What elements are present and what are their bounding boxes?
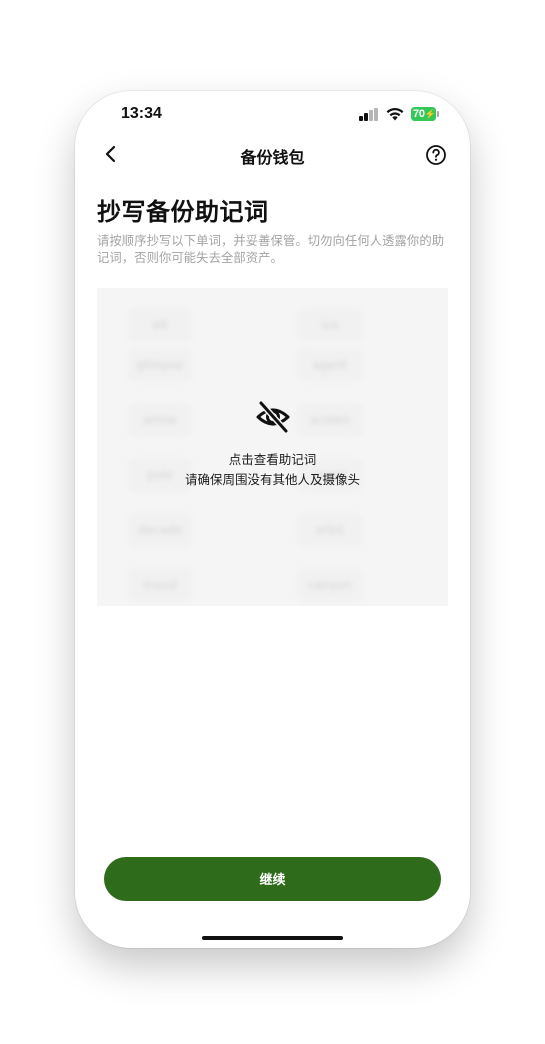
mnemonic-word: arrow [127, 403, 193, 437]
mnemonic-word: alt [127, 308, 193, 342]
cellular-signal-icon [359, 108, 381, 121]
phone-screen: 13:34 70⚡ 备份钱包 抄写备份助记词 请按顺序抄写以下单词，并妥善保管。… [75, 91, 470, 948]
battery-icon: 70⚡ [411, 107, 439, 122]
battery-level: 70⚡ [411, 107, 436, 121]
wifi-icon [386, 107, 404, 121]
mnemonic-word: ice [297, 308, 363, 342]
home-indicator[interactable] [202, 936, 343, 940]
mnemonic-word: mood [127, 568, 193, 602]
blurred-word-grid: alt ice glimpse agent arrow screen pole … [97, 288, 448, 606]
mnemonic-word: screen [297, 403, 363, 437]
question-circle-icon[interactable] [425, 144, 447, 166]
mnemonic-reveal-panel[interactable]: alt ice glimpse agent arrow screen pole … [97, 288, 448, 606]
mnemonic-word: glimpse [127, 348, 193, 382]
reveal-title: 点击查看助记词 [228, 452, 317, 467]
reveal-hint: 请确保周围没有其他人及摄像头 [184, 472, 360, 487]
eye-off-icon [256, 401, 290, 433]
continue-button[interactable]: 继续 [104, 857, 441, 901]
mnemonic-word: canyon [297, 568, 363, 602]
mnemonic-word: decade [127, 513, 193, 547]
status-time: 13:34 [121, 105, 162, 122]
page-title: 抄写备份助记词 [97, 198, 269, 226]
nav-title: 备份钱包 [240, 148, 305, 167]
page-description: 请按顺序抄写以下单词，并妥善保管。切勿向任何人透露你的助记词，否则你可能失去全部… [97, 234, 445, 265]
mnemonic-word: orbit [297, 513, 363, 547]
mnemonic-word: agent [297, 348, 363, 382]
